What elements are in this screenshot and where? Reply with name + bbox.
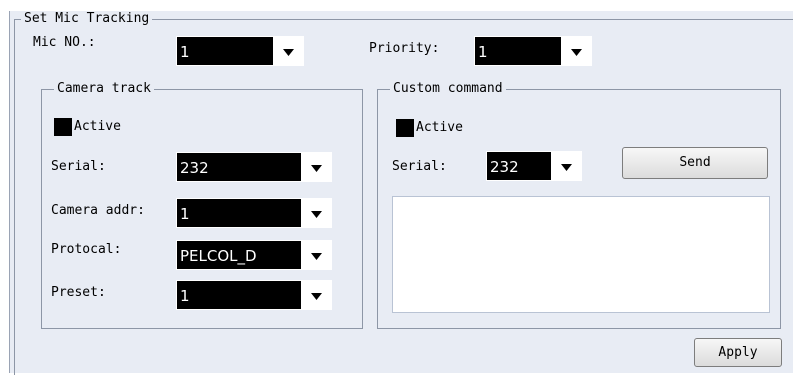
custom-serial-label: Serial:: [392, 159, 447, 174]
custom-serial-select[interactable]: 232: [486, 151, 582, 181]
custom-active-checkbox[interactable]: [396, 119, 414, 137]
camera-addr-value: 1: [177, 199, 301, 227]
protocol-label: Protocal:: [51, 242, 122, 257]
chevron-down-icon[interactable]: [301, 241, 331, 269]
custom-command-title: Custom command: [390, 81, 506, 97]
priority-label: Priority:: [369, 41, 440, 56]
camera-active-label: Active: [74, 119, 121, 134]
camera-serial-value: 232: [177, 153, 301, 181]
apply-button[interactable]: Apply: [694, 338, 782, 367]
camera-active-checkbox[interactable]: [54, 118, 72, 136]
chevron-down-icon[interactable]: [273, 37, 303, 65]
camera-track-title: Camera track: [54, 81, 154, 97]
custom-command-input[interactable]: [392, 196, 770, 313]
preset-value: 1: [177, 281, 301, 309]
camera-serial-label: Serial:: [51, 159, 106, 174]
mic-no-label: Mic NO.:: [33, 35, 96, 50]
custom-active-label: Active: [416, 120, 463, 135]
chevron-down-icon[interactable]: [301, 281, 331, 309]
chevron-down-icon[interactable]: [551, 152, 581, 180]
chevron-down-icon[interactable]: [301, 199, 331, 227]
preset-label: Preset:: [51, 285, 106, 300]
mic-tracking-panel: Set Mic Tracking Mic NO.: 1 Priority: 1 …: [9, 11, 793, 375]
custom-serial-value: 232: [487, 152, 551, 180]
chevron-down-icon[interactable]: [301, 153, 331, 181]
priority-value: 1: [475, 37, 561, 65]
mic-no-select[interactable]: 1: [176, 36, 304, 66]
send-button[interactable]: Send: [622, 147, 768, 179]
camera-serial-select[interactable]: 232: [176, 152, 332, 182]
priority-select[interactable]: 1: [474, 36, 592, 66]
camera-addr-select[interactable]: 1: [176, 198, 332, 228]
preset-select[interactable]: 1: [176, 280, 332, 310]
mic-no-value: 1: [177, 37, 273, 65]
protocol-value: PELCOL_D: [177, 241, 301, 269]
protocol-select[interactable]: PELCOL_D: [176, 240, 332, 270]
chevron-down-icon[interactable]: [561, 37, 591, 65]
camera-addr-label: Camera addr:: [51, 203, 145, 218]
set-mic-tracking-title: Set Mic Tracking: [21, 11, 153, 27]
